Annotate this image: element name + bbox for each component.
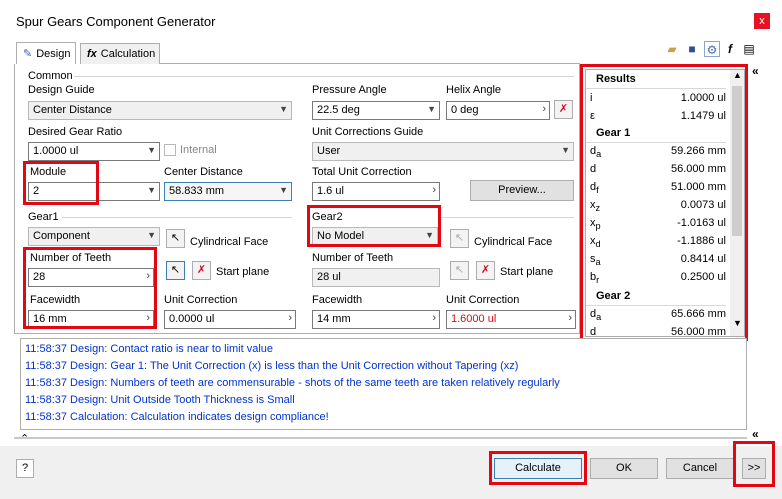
ok-button[interactable]: OK [590,458,658,479]
chevron-down-icon: ▼ [147,185,156,195]
function-toolbar-icon[interactable]: f [722,41,738,57]
gear1-unit-correction-label: Unit Correction [164,294,238,306]
gear2-teeth-field[interactable]: 28 ul [312,268,440,287]
gear2-cylindrical-face-label: Cylindrical Face [474,236,553,248]
design-tab-icon: ✎ [23,48,33,60]
gear1-cylindrical-face-label: Cylindrical Face [190,236,269,248]
gear1-type-select[interactable]: Component ▼ [28,227,160,246]
start-plane-select-icon[interactable]: ↖ [166,261,185,280]
flip-direction-icon[interactable]: ✗ [192,261,211,280]
gear2-unit-correction-field[interactable]: 1.6000 ul › [446,310,576,329]
total-unit-correction-field[interactable]: 1.6 ul › [312,182,440,201]
chevron-down-icon: ▼ [147,145,156,155]
module-highlight [23,161,99,205]
total-unit-correction-label: Total Unit Correction [312,166,412,178]
open-folder-icon[interactable]: ▰ [664,41,680,57]
gear-ratio-label: Desired Gear Ratio [28,126,123,138]
design-guide-select[interactable]: Center Distance ▼ [28,101,292,120]
design-guide-label: Design Guide [28,84,95,96]
message-line: 11:58:37 Design: Contact ratio is near t… [25,343,274,355]
internal-checkbox[interactable] [164,144,176,156]
helix-direction-icon[interactable]: ✗ [554,100,573,119]
report-icon[interactable]: ▤ [741,41,757,57]
gear1-highlight [23,247,157,329]
gear2-start-plane-label: Start plane [500,266,554,278]
chevron-down-icon: ▼ [279,104,288,114]
gear2-start-plane-icon[interactable]: ↖ [450,261,469,280]
message-log: 11:58:37 Design: Contact ratio is near t… [20,338,747,430]
common-group-line [74,76,574,77]
calculate-highlight [489,451,587,485]
help-button[interactable]: ? [16,459,34,478]
message-line: 11:58:37 Calculation: Calculation indica… [25,411,329,423]
gear2-unit-correction-label: Unit Correction [446,294,520,306]
gear2-flip-direction-icon[interactable]: ✗ [476,261,495,280]
message-line: 11:58:37 Design: Unit Outside Tooth Thic… [25,394,295,406]
gear2-group-line [440,217,574,218]
settings-icon[interactable]: ⚙ [704,41,720,57]
common-group-label: Common [28,70,73,82]
splitter-bar[interactable] [14,437,747,439]
helix-angle-field[interactable]: 0 deg › [446,101,550,120]
unit-corrections-guide-select[interactable]: User ▼ [312,142,574,161]
function-icon: fx [87,48,97,60]
internal-label: Internal [180,144,217,156]
gear1-group-label: Gear1 [28,211,59,223]
close-button[interactable]: x [754,13,770,29]
gear1-unit-correction-field[interactable]: 0.0000 ul › [164,310,296,329]
cancel-button[interactable]: Cancel [666,458,734,479]
results-highlight [580,64,748,341]
chevron-down-icon: ▼ [147,230,156,240]
more-highlight [733,441,775,487]
pressure-angle-select[interactable]: 22.5 deg ▼ [312,101,440,120]
footer-bar [0,446,782,499]
gear-ratio-select[interactable]: 1.0000 ul ▼ [28,142,160,161]
chevron-right-icon: › [432,184,436,196]
center-distance-field[interactable]: 58.833 mm ▼ [164,182,292,201]
chevron-right-icon: › [432,312,436,324]
pressure-angle-label: Pressure Angle [312,84,387,96]
collapse-results-icon[interactable]: « [752,64,759,78]
save-icon[interactable]: ■ [684,41,700,57]
chevron-right-icon: › [568,312,572,324]
gear2-facewidth-field[interactable]: 14 mm › [312,310,440,329]
chevron-right-icon: › [542,103,546,115]
gear1-group-line [62,217,292,218]
center-distance-label: Center Distance [164,166,243,178]
expand-icon[interactable]: « [752,427,759,441]
gear2-facewidth-label: Facewidth [312,294,363,306]
cylindrical-face-select-icon[interactable]: ↖ [166,229,185,248]
chevron-down-icon: ▼ [561,145,570,155]
chevron-down-icon: ▼ [427,104,436,114]
gear1-start-plane-label: Start plane [216,266,270,278]
gear2-cylindrical-face-icon[interactable]: ↖ [450,229,469,248]
unit-corrections-guide-label: Unit Corrections Guide [312,126,424,138]
message-line: 11:58:37 Design: Numbers of teeth are co… [25,377,560,389]
chevron-down-icon: ▼ [279,185,288,195]
helix-angle-label: Helix Angle [446,84,502,96]
window-title: Spur Gears Component Generator [16,14,216,29]
gear2-teeth-label: Number of Teeth [312,252,394,264]
chevron-right-icon: › [288,312,292,324]
tab-calculation[interactable]: fx Calculation [80,43,160,64]
preview-button[interactable]: Preview... [470,180,574,201]
tab-design[interactable]: ✎ Design [16,42,76,64]
gear2-highlight [307,205,441,247]
message-line: 11:58:37 Design: Gear 1: The Unit Correc… [25,360,519,372]
